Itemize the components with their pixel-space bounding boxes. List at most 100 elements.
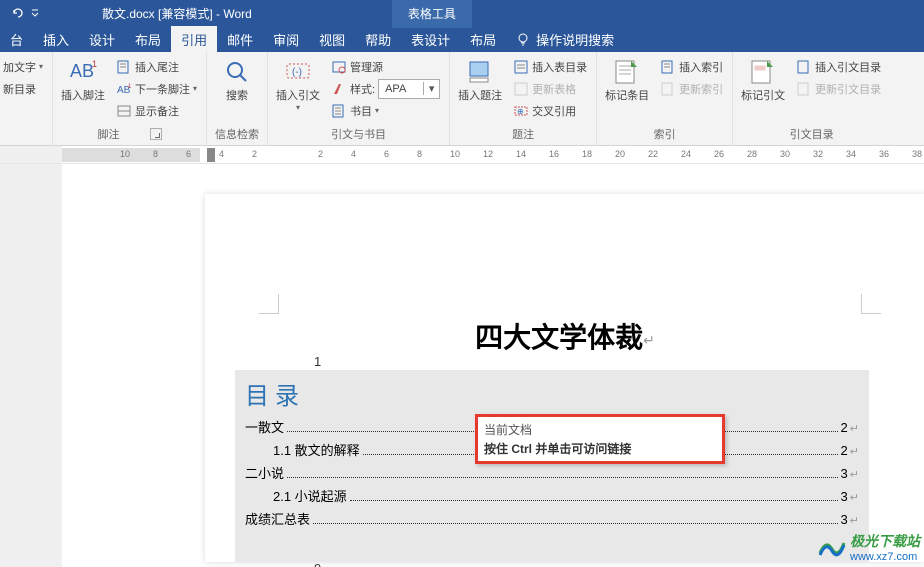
watermark-name: 极光下载站	[850, 533, 920, 549]
mark-citation-button[interactable]: 标记引文	[739, 54, 787, 122]
document-page[interactable]: 四大文学体裁↵ 123456789 目录 一散文2↵1.1 散文的解释2↵二小说…	[205, 194, 924, 562]
document-title[interactable]: 四大文学体裁↵	[205, 316, 924, 356]
insert-table-figures-button[interactable]: 插入表目录	[510, 56, 590, 77]
watermark-icon	[818, 533, 846, 561]
caption-icon	[464, 56, 496, 88]
toc-page: 3	[841, 489, 848, 504]
ruler-tick: 16	[549, 149, 559, 159]
tab-insert[interactable]: 插入	[33, 26, 79, 52]
qat-dropdown-icon[interactable]	[28, 4, 42, 22]
tab-view[interactable]: 视图	[309, 26, 355, 52]
ruler-tick: 2	[252, 149, 257, 159]
tooltip-line1: 当前文档	[484, 421, 716, 438]
manage-icon	[331, 59, 347, 75]
insert-index-icon	[660, 59, 676, 75]
paragraph-mark-icon: ↵	[850, 468, 859, 481]
tab-layout[interactable]: 布局	[125, 26, 171, 52]
tab-mail[interactable]: 邮件	[217, 26, 263, 52]
svg-text:⊕: ⊕	[517, 107, 524, 116]
toc-entry[interactable]: 成绩汇总表3↵	[245, 509, 859, 532]
ruler-tick: 6	[384, 149, 389, 159]
toc-entry[interactable]: 2.1 小说起源 3↵	[245, 486, 859, 509]
manage-sources-button[interactable]: 管理源	[328, 56, 443, 77]
group-cite-mark-label: 引文目录	[739, 124, 884, 145]
ruler-tick: 10	[450, 149, 460, 159]
next-footnote-button[interactable]: AB1下一条脚注▾	[113, 78, 200, 99]
ruler-tick: 8	[153, 149, 158, 159]
ruler-tick: 30	[780, 149, 790, 159]
toc-page: 2	[841, 443, 848, 458]
toc-entry[interactable]: 二小说3↵	[245, 463, 859, 486]
tab-reference[interactable]: 引用	[171, 26, 217, 52]
tab-design[interactable]: 设计	[79, 26, 125, 52]
hyperlink-tooltip: 当前文档 按住 Ctrl 并单击可访问链接	[475, 414, 725, 464]
group-cite-label: 引文与书目	[274, 124, 443, 145]
add-text-button[interactable]: 加文字▾	[0, 56, 46, 77]
search-button[interactable]: 搜索	[213, 54, 261, 122]
citation-icon: (-)	[282, 56, 314, 88]
svg-text:1: 1	[128, 84, 132, 90]
paragraph-mark-icon: ↵	[850, 445, 859, 458]
update-toc-button[interactable]: 新目录	[0, 78, 46, 99]
insert-endnote-button[interactable]: 插入尾注	[113, 56, 200, 77]
watermark: 极光下载站 www.xz7.com	[818, 531, 920, 563]
tof-icon	[513, 59, 529, 75]
ruler-tick: 4	[219, 149, 224, 159]
toc-block[interactable]: 目录 一散文2↵1.1 散文的解释2↵二小说3↵2.1 小说起源3↵成绩汇总表3…	[235, 370, 869, 562]
watermark-url: www.xz7.com	[850, 551, 920, 563]
document-title: 散文.docx [兼容模式] - Word	[102, 5, 252, 22]
toc-entry-text: 2.1 小说起源	[245, 486, 347, 505]
search-icon	[221, 56, 253, 88]
tab-file[interactable]: 台	[0, 26, 33, 52]
cross-reference-button[interactable]: ⊕交叉引用	[510, 100, 590, 121]
citation-style[interactable]: 样式: APA▾	[328, 78, 443, 99]
paragraph-mark-icon: ↵	[850, 422, 859, 435]
toc-page: 3	[841, 466, 848, 481]
toc-dots	[350, 500, 838, 501]
footnote-dialog-launcher[interactable]	[150, 128, 162, 140]
cite-toc-icon	[796, 59, 812, 75]
crop-mark-tr-icon	[861, 294, 881, 314]
tab-table-layout[interactable]: 布局	[460, 26, 506, 52]
tab-review[interactable]: 审阅	[263, 26, 309, 52]
ruler-tick: 32	[813, 149, 823, 159]
context-tab-label: 表格工具	[392, 0, 472, 28]
tell-me[interactable]: 操作说明搜索	[506, 26, 624, 52]
tab-help[interactable]: 帮助	[355, 26, 401, 52]
toc-page: 3	[841, 512, 848, 527]
horizontal-ruler[interactable]: 1086422468101214161820222426283032343638…	[62, 146, 924, 163]
mark-entry-icon	[611, 56, 643, 88]
insert-footnote-button[interactable]: AB1 插入脚注	[59, 54, 107, 122]
ruler-tick: 34	[846, 149, 856, 159]
style-combo[interactable]: APA▾	[378, 79, 440, 99]
update-cite-toc-button: 更新引文目录	[793, 78, 884, 99]
bibliography-button[interactable]: 书目▾	[328, 100, 443, 121]
show-notes-button[interactable]: 显示备注	[113, 100, 200, 121]
footnote-icon: AB1	[67, 56, 99, 88]
update-table-button: 更新表格	[510, 78, 590, 99]
group-footnote-label: 脚注	[98, 126, 120, 142]
insert-caption-button[interactable]: 插入题注	[456, 54, 504, 122]
paragraph-mark-icon: ↵	[850, 491, 859, 504]
insert-index-button[interactable]: 插入索引	[657, 56, 726, 77]
update-cite-icon	[796, 81, 812, 97]
toc-dots	[287, 477, 838, 478]
insert-citation-button[interactable]: (-) 插入引文▾	[274, 54, 322, 122]
toc-dots	[313, 523, 838, 524]
toc-heading[interactable]: 目录	[245, 376, 859, 411]
ruler-tick: 18	[582, 149, 592, 159]
ruler-tick: 20	[615, 149, 625, 159]
group-toc-label	[0, 140, 46, 145]
tell-me-label: 操作说明搜索	[536, 30, 614, 49]
paragraph-mark-icon: ↵	[850, 514, 859, 527]
biblio-icon	[331, 103, 347, 119]
insert-cite-toc-button[interactable]: 插入引文目录	[793, 56, 884, 77]
ruler-tick: 12	[483, 149, 493, 159]
ruler-tick: 4	[351, 149, 356, 159]
undo-icon[interactable]	[8, 4, 26, 22]
ruler-tick: 14	[516, 149, 526, 159]
tab-table-design[interactable]: 表设计	[401, 26, 460, 52]
svg-text:(-): (-)	[292, 67, 302, 78]
mark-entry-button[interactable]: 标记条目	[603, 54, 651, 122]
style-icon	[331, 81, 347, 97]
